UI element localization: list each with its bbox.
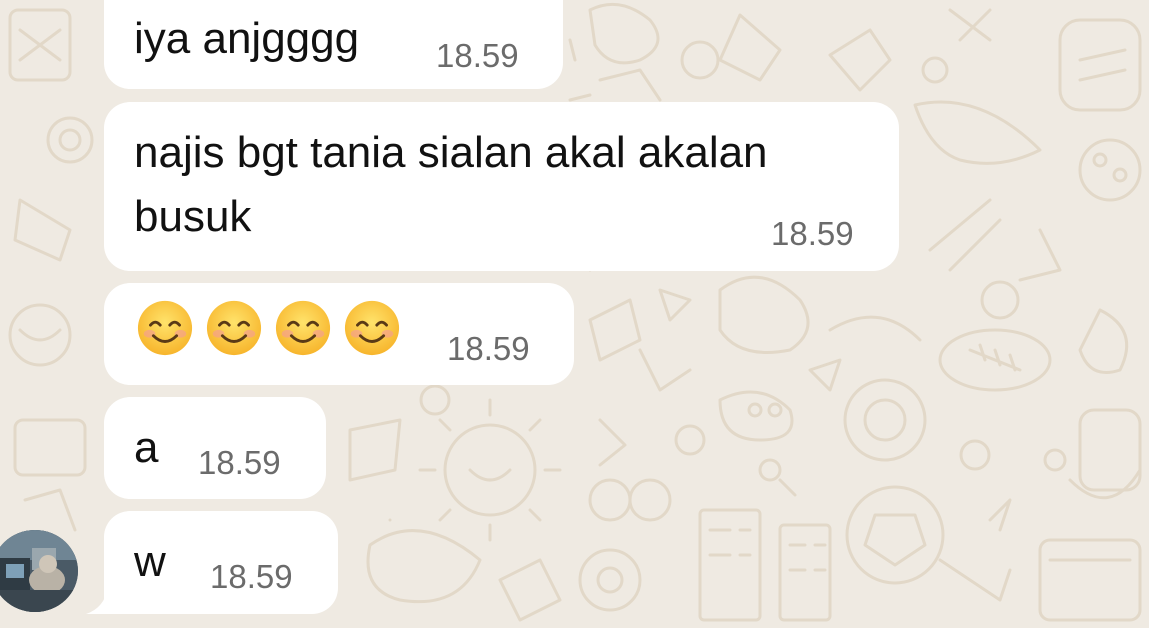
smiling-face-icon xyxy=(137,300,193,356)
message-text: iya anjgggg xyxy=(134,14,360,63)
smiling-face-icon xyxy=(275,300,331,356)
message-text-line-1: najis bgt tania sialan akal akalan xyxy=(134,128,768,177)
message-timestamp: 18.59 xyxy=(198,444,281,481)
message-bubble[interactable]: iya anjgggg 18.59 xyxy=(104,0,563,89)
smiling-face-icon xyxy=(344,300,400,356)
message-bubble[interactable]: najis bgt tania sialan akal akalan busuk… xyxy=(104,102,899,271)
message-timestamp: 18.59 xyxy=(210,558,293,595)
message-timestamp: 18.59 xyxy=(447,330,530,367)
message-text: w xyxy=(134,537,166,586)
message-bubble[interactable]: 18.59 xyxy=(104,283,574,385)
message-bubble[interactable]: a 18.59 xyxy=(104,397,326,499)
smiling-face-icon xyxy=(206,300,262,356)
message-bubble[interactable]: w 18.59 xyxy=(104,511,338,614)
message-timestamp: 18.59 xyxy=(771,215,854,252)
message-text-line-2: busuk xyxy=(134,192,252,241)
message-text: a xyxy=(134,423,159,472)
message-timestamp: 18.59 xyxy=(436,37,519,74)
